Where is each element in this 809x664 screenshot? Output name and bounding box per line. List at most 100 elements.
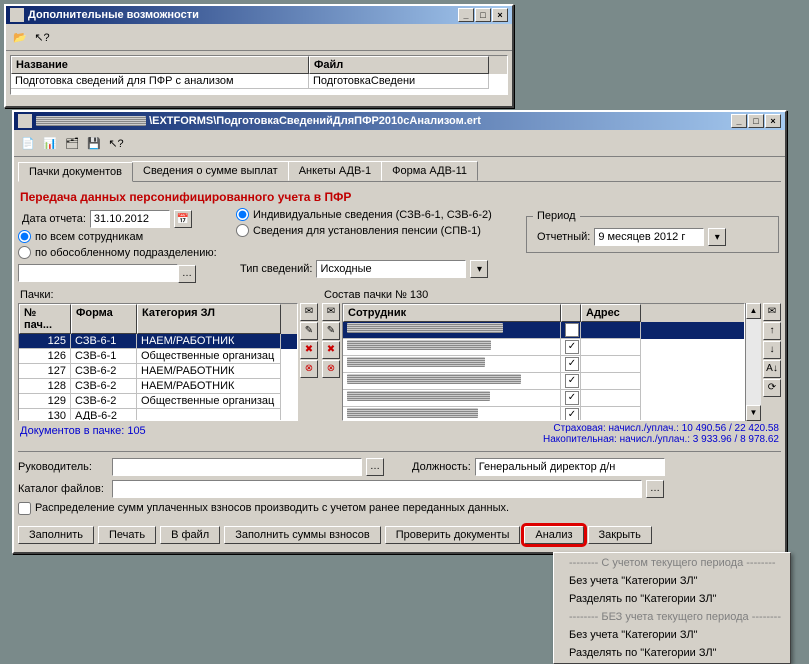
cell-name[interactable]: Подготовка сведений для ПФР с анализом [11, 74, 309, 89]
period-dropdown-button[interactable]: ▾ [708, 228, 726, 246]
app-icon [10, 8, 24, 22]
maximize-button[interactable]: □ [475, 8, 491, 22]
delete-icon[interactable]: ✖ [300, 341, 318, 359]
department-input[interactable] [18, 264, 178, 282]
clear-all-icon[interactable]: ⊗ [300, 360, 318, 378]
maximize-button[interactable]: □ [748, 114, 764, 128]
savings-info: Накопительная: начисл./уплач.: 3 933.96 … [324, 434, 779, 445]
tool-icon-2[interactable]: 📊 [40, 133, 60, 153]
col-num[interactable]: № пач... [19, 304, 71, 334]
fill-button[interactable]: Заполнить [18, 526, 94, 544]
check-docs-button[interactable]: Проверить документы [385, 526, 521, 544]
table-row[interactable]: ✓ [343, 356, 744, 373]
to-file-button[interactable]: В файл [160, 526, 220, 544]
type-dropdown-button[interactable]: ▾ [470, 260, 488, 278]
table-row[interactable]: 128СЗВ-6-2НАЕМ/РАБОТНИК [19, 379, 297, 394]
catalog-input[interactable] [112, 480, 642, 498]
pack-contents-label: Состав пачки № 130 [322, 287, 781, 303]
col-name[interactable]: Название [11, 56, 309, 74]
fill-sums-button[interactable]: Заполнить суммы взносов [224, 526, 381, 544]
col-form[interactable]: Форма [71, 304, 137, 334]
toolbar-win1: 📂 ↖? [6, 24, 512, 51]
radio-pension[interactable] [236, 224, 249, 237]
close-button[interactable]: × [492, 8, 508, 22]
employees-table[interactable]: Сотрудник Адрес ✓✓✓✓✓✓ [342, 303, 745, 421]
section-title: Передача данных персонифицированного уче… [18, 186, 781, 208]
radio-individual[interactable] [236, 208, 249, 221]
refresh-icon[interactable]: ⟳ [763, 379, 781, 397]
date-input[interactable] [90, 210, 170, 228]
table-row[interactable]: ✓ [343, 322, 744, 339]
col-category[interactable]: Категория ЗЛ [137, 304, 281, 334]
titlebar-win1: Дополнительные возможности _ □ × [6, 6, 512, 24]
manager-label: Руководитель: [18, 461, 108, 473]
scrollbar-vertical[interactable]: ▲ ▼ [745, 303, 761, 421]
type-input[interactable] [316, 260, 466, 278]
position-input[interactable] [475, 458, 665, 476]
menu-item-split-category-2[interactable]: Разделять по "Категории ЗЛ" [555, 644, 789, 662]
department-picker-button[interactable]: … [178, 265, 196, 283]
help-cursor-icon[interactable]: ↖? [32, 27, 52, 47]
window-pfr-prepare: \EXTFORMS\ПодготовкаСведенийДляПФР2010сА… [12, 110, 787, 554]
print-button[interactable]: Печать [98, 526, 156, 544]
table-row[interactable]: ✓ [343, 339, 744, 356]
mail-icon[interactable]: ✉ [763, 303, 781, 321]
catalog-picker-button[interactable]: … [646, 480, 664, 498]
sort-az-icon[interactable]: A↓ [763, 360, 781, 378]
clear2-icon[interactable]: ⊗ [322, 360, 340, 378]
tab-sums[interactable]: Сведения о сумме выплат [132, 161, 289, 181]
period-input[interactable] [594, 228, 704, 246]
title-text: \EXTFORMS\ПодготовкаСведенийДляПФР2010сА… [36, 115, 731, 127]
tool-icon-1[interactable]: 📄 [18, 133, 38, 153]
tab-adv11[interactable]: Форма АДВ-11 [381, 161, 478, 181]
move-down-icon[interactable]: ↓ [763, 341, 781, 359]
menu-item-no-category-1[interactable]: Без учета "Категории ЗЛ" [555, 572, 789, 590]
analyze-button[interactable]: Анализ [524, 526, 583, 544]
table-row[interactable]: ✓ [343, 407, 744, 421]
delete2-icon[interactable]: ✖ [322, 341, 340, 359]
open-icon[interactable]: 📂 [10, 27, 30, 47]
table-row[interactable]: ✓ [343, 390, 744, 407]
close-button[interactable]: × [765, 114, 781, 128]
packs-table[interactable]: № пач... Форма Категория ЗЛ 125СЗВ-6-1НА… [18, 303, 298, 421]
menu-item-split-category-1[interactable]: Разделять по "Категории ЗЛ" [555, 590, 789, 608]
close-window-button[interactable]: Закрыть [588, 526, 652, 544]
tab-packs[interactable]: Пачки документов [18, 162, 133, 182]
toolbar-win2: 📄 📊 🗂 💾 ↖? [14, 130, 785, 157]
scroll-down-button[interactable]: ▼ [746, 405, 761, 421]
date-picker-button[interactable]: 📅 [174, 210, 192, 228]
add2-icon[interactable]: ✉ [322, 303, 340, 321]
analyze-context-menu: -------- С учетом текущего периода -----… [553, 552, 791, 664]
radio-by-department[interactable] [18, 246, 31, 259]
col-employee[interactable]: Сотрудник [343, 304, 561, 322]
tab-adv1[interactable]: Анкеты АДВ-1 [288, 161, 382, 181]
table-row[interactable]: 127СЗВ-6-2НАЕМ/РАБОТНИК [19, 364, 297, 379]
table-row[interactable]: ✓ [343, 373, 744, 390]
titlebar-win2: \EXTFORMS\ПодготовкаСведенийДляПФР2010сА… [14, 112, 785, 130]
insurance-info: Страховая: начисл./уплач.: 10 490.56 / 2… [324, 423, 779, 434]
add-icon[interactable]: ✉ [300, 303, 318, 321]
tool-icon-4[interactable]: 💾 [84, 133, 104, 153]
distribution-checkbox[interactable] [18, 502, 31, 515]
title-text: Дополнительные возможности [28, 9, 458, 21]
col-address[interactable]: Адрес [581, 304, 641, 322]
move-up-icon[interactable]: ↑ [763, 322, 781, 340]
table-row[interactable]: 129СЗВ-6-2Общественные организац [19, 394, 297, 409]
edit2-icon[interactable]: ✎ [322, 322, 340, 340]
help-cursor-icon[interactable]: ↖? [106, 133, 126, 153]
manager-input[interactable] [112, 458, 362, 476]
table-row[interactable]: 130АДВ-6-2 [19, 409, 297, 421]
radio-all-employees[interactable] [18, 230, 31, 243]
menu-item-no-category-2[interactable]: Без учета "Категории ЗЛ" [555, 626, 789, 644]
table-row[interactable]: 126СЗВ-6-1Общественные организац [19, 349, 297, 364]
minimize-button[interactable]: _ [731, 114, 747, 128]
manager-picker-button[interactable]: … [366, 458, 384, 476]
cell-file[interactable]: ПодготовкаСведени [309, 74, 489, 89]
col-file[interactable]: Файл [309, 56, 489, 74]
scroll-up-button[interactable]: ▲ [746, 303, 761, 319]
tool-icon-3[interactable]: 🗂 [62, 133, 82, 153]
minimize-button[interactable]: _ [458, 8, 474, 22]
col-check[interactable] [561, 304, 581, 322]
table-row[interactable]: 125СЗВ-6-1НАЕМ/РАБОТНИК [19, 334, 297, 349]
edit-icon[interactable]: ✎ [300, 322, 318, 340]
